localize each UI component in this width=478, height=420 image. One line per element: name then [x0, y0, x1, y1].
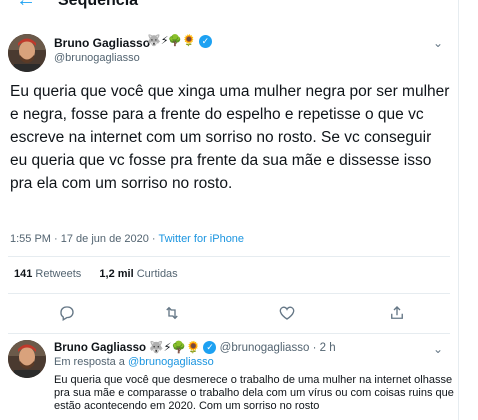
reply-badges: 🐺⚡🌳🌻: [149, 342, 201, 354]
reply-author-name[interactable]: Bruno Gagliasso: [54, 342, 146, 354]
retweets-stat[interactable]: 141 Retweets: [14, 268, 81, 280]
retweets-count: 141: [14, 268, 33, 280]
reply-to-mention[interactable]: @brunogagliasso: [128, 356, 214, 368]
meta-separator: ·: [54, 233, 58, 245]
reply-header: Bruno Gagliasso 🐺⚡🌳🌻 ✓ @brunogagliasso ·…: [54, 340, 336, 355]
chevron-down-icon[interactable]: ⌄: [433, 36, 443, 50]
divider: [8, 293, 450, 294]
avatar[interactable]: [8, 340, 46, 378]
retweets-label: Retweets: [35, 268, 82, 280]
likes-label: Curtidas: [136, 268, 178, 280]
tweet-stats: 141 Retweets 1,2 mil Curtidas: [14, 268, 178, 280]
reply-text: Eu queria que você que desmerece o traba…: [54, 374, 454, 412]
tweet-meta: 1:55 PM · 17 de jun de 2020 · Twitter fo…: [10, 233, 244, 245]
chevron-down-icon[interactable]: ⌄: [433, 342, 443, 356]
tweet-client[interactable]: Twitter for iPhone: [158, 233, 244, 245]
reply-age[interactable]: 2 h: [320, 342, 336, 354]
tweet-text: Eu queria que você que xinga uma mulher …: [10, 83, 450, 192]
column-border: [458, 0, 459, 420]
meta-separator: ·: [312, 342, 317, 354]
verified-icon: ✓: [198, 34, 212, 48]
meta-separator: ·: [151, 233, 156, 245]
reply-to-prefix: Em resposta a: [54, 356, 125, 368]
share-button[interactable]: [385, 303, 409, 323]
reply-to-line: Em resposta a @brunogagliasso: [54, 356, 214, 368]
heart-icon: [279, 306, 295, 320]
retweet-icon: [166, 306, 178, 320]
divider: [8, 333, 450, 334]
divider: [8, 256, 450, 257]
tweet-date[interactable]: 17 de jun de 2020: [61, 233, 149, 245]
like-button[interactable]: [275, 303, 299, 323]
arrow-left-icon[interactable]: ←: [16, 0, 36, 10]
comment-icon: [60, 306, 74, 321]
avatar[interactable]: [8, 34, 46, 72]
page-header: ← Sequência: [0, 0, 478, 12]
verified-icon: ✓: [203, 341, 217, 355]
likes-stat[interactable]: 1,2 mil Curtidas: [99, 268, 177, 280]
reply-button[interactable]: [55, 303, 79, 323]
likes-count: 1,2 mil: [99, 268, 134, 280]
page-title: Sequência: [58, 0, 139, 9]
reply-handle[interactable]: @brunogagliasso: [220, 342, 310, 354]
author-name[interactable]: Bruno Gagliasso: [54, 36, 150, 50]
share-icon: [391, 306, 403, 319]
author-badges: 🐺⚡🌳🌻 ✓: [147, 34, 212, 48]
author-handle[interactable]: @brunogagliasso: [54, 52, 140, 64]
tweet-time[interactable]: 1:55 PM: [10, 233, 51, 245]
retweet-button[interactable]: [160, 303, 184, 323]
emoji-badges: 🐺⚡🌳🌻: [147, 35, 196, 47]
